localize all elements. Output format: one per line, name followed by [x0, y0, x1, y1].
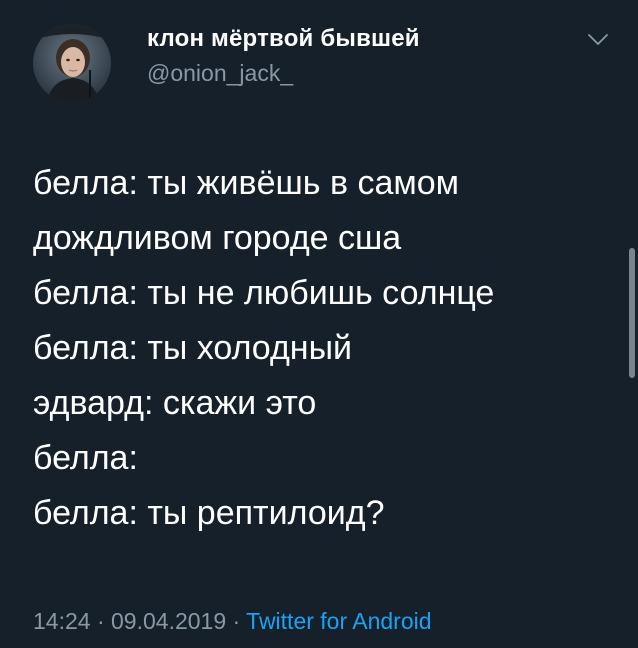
tweet-line: белла: ты холодный: [33, 329, 353, 367]
tweet-source-link[interactable]: Twitter for Android: [246, 608, 431, 634]
tweet-line: белла: ты не любишь солнце: [33, 274, 495, 312]
author-display-name[interactable]: клон мёртвой бывшей: [147, 25, 420, 53]
tweet-time[interactable]: 14:24: [33, 608, 91, 634]
scrollbar[interactable]: [629, 248, 635, 378]
avatar[interactable]: [33, 24, 111, 102]
meta-separator: ·: [232, 608, 247, 634]
author-handle[interactable]: @onion_jack_: [147, 60, 293, 87]
tweet-line: белла:: [33, 439, 138, 477]
tweet-line: белла: ты живёшь в самом: [33, 164, 460, 202]
tweet-meta: 14:24 · 09.04.2019 · Twitter for Android: [33, 608, 432, 635]
tweet-line: белла: ты рептилоид?: [33, 494, 385, 532]
tweet-card: клон мёртвой бывшей @onion_jack_ белла: …: [0, 0, 638, 648]
chevron-down-icon[interactable]: [586, 31, 610, 49]
meta-separator: ·: [96, 608, 112, 634]
profile-photo-icon: [33, 24, 111, 102]
tweet-line: дождливом городе сша: [33, 219, 402, 257]
tweet-text: белла: ты живёшь в самом дождливом город…: [33, 156, 618, 541]
tweet-line: эдвард: скажи это: [33, 384, 317, 422]
tweet-date[interactable]: 09.04.2019: [111, 608, 226, 634]
